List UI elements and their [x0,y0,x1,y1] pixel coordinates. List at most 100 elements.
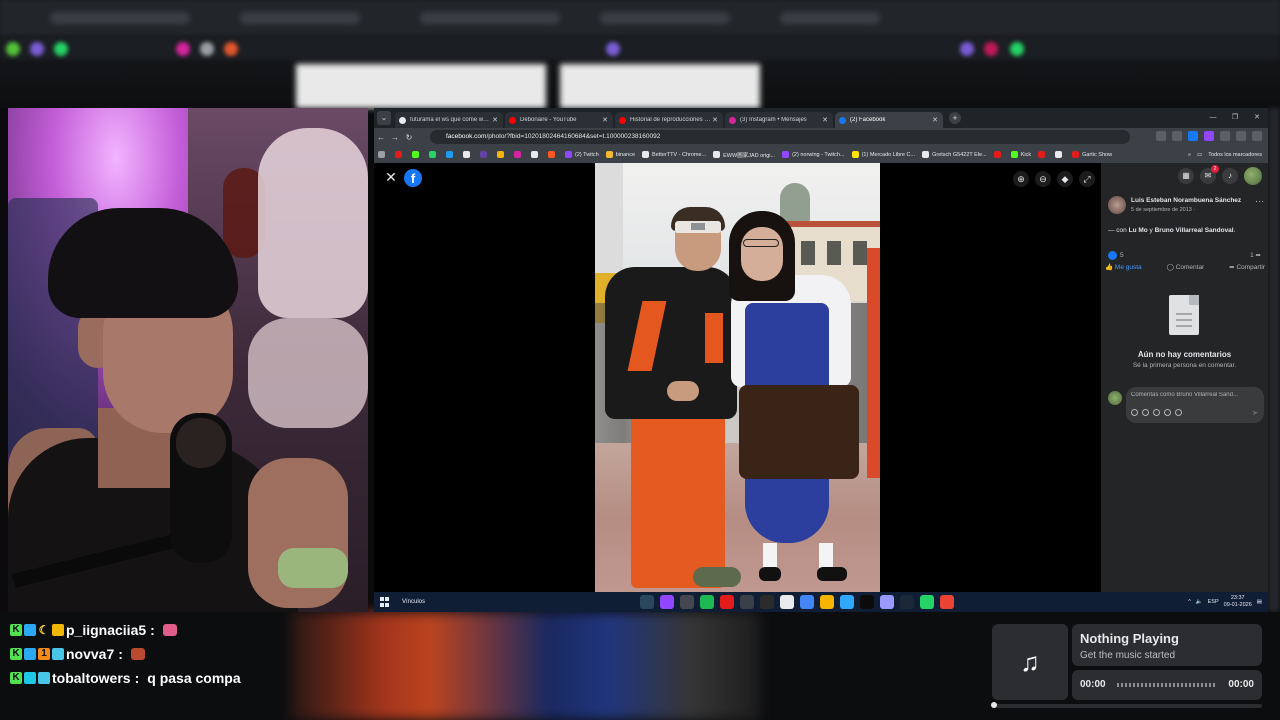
taskbar-app-icon[interactable] [940,595,954,609]
taskbar-app-icon[interactable] [680,595,694,609]
taskbar-app-icon[interactable] [840,595,854,609]
bookmarks-overflow-icon[interactable]: » [1188,152,1191,158]
windows-start-icon[interactable] [380,597,390,607]
taskbar-app-icon[interactable] [860,595,874,609]
taskbar-app-icon[interactable] [720,595,734,609]
messenger-icon[interactable]: ✉ 2 [1200,165,1219,184]
notifications-icon[interactable]: ▤ [1257,599,1262,605]
bookmark-item[interactable] [429,151,439,158]
clock[interactable]: 23:37 09-01-2026 [1224,595,1252,609]
more-options-icon[interactable]: ⋯ [1255,196,1264,207]
all-bookmarks-link[interactable]: Todos los marcadores [1208,152,1262,158]
extension-icon[interactable] [1204,131,1214,141]
tab-close-icon[interactable]: ✕ [711,116,719,124]
avatar-sticker-icon[interactable] [1131,409,1138,416]
profile-avatar[interactable] [1244,167,1262,185]
tab-close-icon[interactable]: ✕ [601,116,609,124]
tagged-person[interactable]: Lu Mo [1129,227,1148,234]
taskbar-app-icon[interactable] [800,595,814,609]
bookmark-item[interactable] [446,151,456,158]
bookmark-item[interactable] [395,151,405,158]
zoom-out-icon[interactable]: ⊖ [1035,171,1051,187]
zoom-in-icon[interactable]: ⊕ [1013,171,1029,187]
share-button[interactable]: ➦ Compartir [1229,263,1265,277]
taskbar-app-icon[interactable] [780,595,794,609]
fullscreen-icon[interactable]: ⤢ [1079,171,1095,187]
close-window-icon[interactable]: ✕ [1246,108,1268,128]
bookmark-item[interactable] [514,151,524,158]
browser-tab[interactable]: Historial de reproducciones - Y... ✕ [615,112,723,128]
bookmark-item[interactable] [548,151,558,158]
gif-icon[interactable] [1164,409,1171,416]
emoji-icon[interactable] [1142,409,1149,416]
taskbar-app-icon[interactable] [640,595,654,609]
bell-icon[interactable]: ♪ [1222,168,1238,184]
profile-icon[interactable] [1236,131,1246,141]
facebook-logo-icon[interactable]: f [404,169,422,187]
apps-grid-icon[interactable] [378,151,388,158]
bookmark-item[interactable] [993,151,1004,158]
tab-close-icon[interactable]: ✕ [931,116,939,124]
bookmark-item[interactable]: (2) Twitch [565,151,599,158]
bookmark-item[interactable]: BetterTTV - Chrome... [642,151,706,158]
menu-grid-icon[interactable]: ▦ [1178,168,1194,184]
menu-dots-icon[interactable] [1252,131,1262,141]
language-indicator[interactable]: ESP [1208,599,1219,605]
taskbar-links-label[interactable]: Vínculos [402,599,425,605]
taskbar-app-icon[interactable] [880,595,894,609]
extensions-puzzle-icon[interactable] [1220,131,1230,141]
extension-icon[interactable] [1188,131,1198,141]
like-button[interactable]: 👍 Me gusta [1105,263,1142,277]
taskbar-app-icon[interactable] [760,595,774,609]
bookmark-item[interactable] [412,151,422,158]
bookmark-item[interactable]: Kick [1010,151,1031,158]
comment-input[interactable]: Comentas como Bruno Villarreal Sand... ➤ [1126,387,1264,423]
browser-tab[interactable]: Debonaire - YouTube ✕ [505,112,613,128]
taskbar-app-icon[interactable] [740,595,754,609]
send-icon[interactable]: ➤ [1252,409,1258,417]
bookmark-item[interactable]: (1) Mercado Libre C... [851,151,915,158]
new-tab-icon[interactable]: + [949,112,961,124]
author-name[interactable]: Luis Esteban Norambuena Sánchez [1131,197,1241,204]
reload-icon[interactable]: ↻ [402,133,416,142]
minimize-icon[interactable]: — [1202,108,1224,128]
browser-tab[interactable]: (3) Instagram • Mensajes ✕ [725,112,833,128]
author-avatar[interactable] [1108,196,1126,214]
taskbar-app-icon[interactable] [920,595,934,609]
extension-icon[interactable] [1156,131,1166,141]
taskbar-app-icon[interactable] [660,595,674,609]
url-field[interactable]: facebook.com/photo/?fbid=102018024641606… [430,130,1130,144]
shares-count[interactable]: 1 ➦ [1250,251,1261,259]
bookmark-item[interactable] [463,151,473,158]
camera-icon[interactable] [1153,409,1160,416]
taskbar-app-icon[interactable] [900,595,914,609]
bookmark-star-icon[interactable] [1172,131,1182,141]
post-date[interactable]: 5 de septiembre de 2013 · [1131,207,1195,213]
tab-close-icon[interactable]: ✕ [491,116,499,124]
bookmark-item[interactable]: Gretsch G5422T Ele... [922,151,987,158]
tag-icon[interactable]: ◆ [1057,171,1073,187]
taskbar-app-icon[interactable] [820,595,834,609]
forward-icon[interactable]: → [388,133,402,142]
tagged-person[interactable]: Bruno Villarreal Sandoval [1155,227,1234,234]
browser-tab-active[interactable]: (2) Facebook ✕ [835,112,943,128]
bookmark-item[interactable] [480,151,490,158]
likes-count[interactable]: 5 [1120,252,1124,259]
bookmark-item[interactable]: (2) norwing - Twitch... [782,151,845,158]
bookmark-item[interactable] [1038,151,1048,158]
bookmark-item[interactable]: Gartic Show [1072,151,1112,158]
browser-tab[interactable]: futurama el ws que come wo... ✕ [395,112,503,128]
bookmark-item[interactable]: binance [605,151,635,158]
sticker-icon[interactable] [1175,409,1182,416]
tray-chevron-icon[interactable]: ^ [1188,599,1191,605]
comment-button[interactable]: ◯ Comentar [1167,263,1205,277]
taskbar-app-icon[interactable] [700,595,714,609]
volume-icon[interactable]: 🔈 [1196,599,1203,605]
close-icon[interactable]: ✕ [384,169,398,185]
tab-close-icon[interactable]: ✕ [821,116,829,124]
bookmark-item[interactable]: EWW圖家JAD origi... [713,151,775,159]
bookmark-item[interactable] [531,151,541,158]
back-icon[interactable]: ← [374,133,388,142]
maximize-icon[interactable]: ❐ [1224,108,1246,128]
tab-search-icon[interactable]: ⌄ [377,111,391,125]
